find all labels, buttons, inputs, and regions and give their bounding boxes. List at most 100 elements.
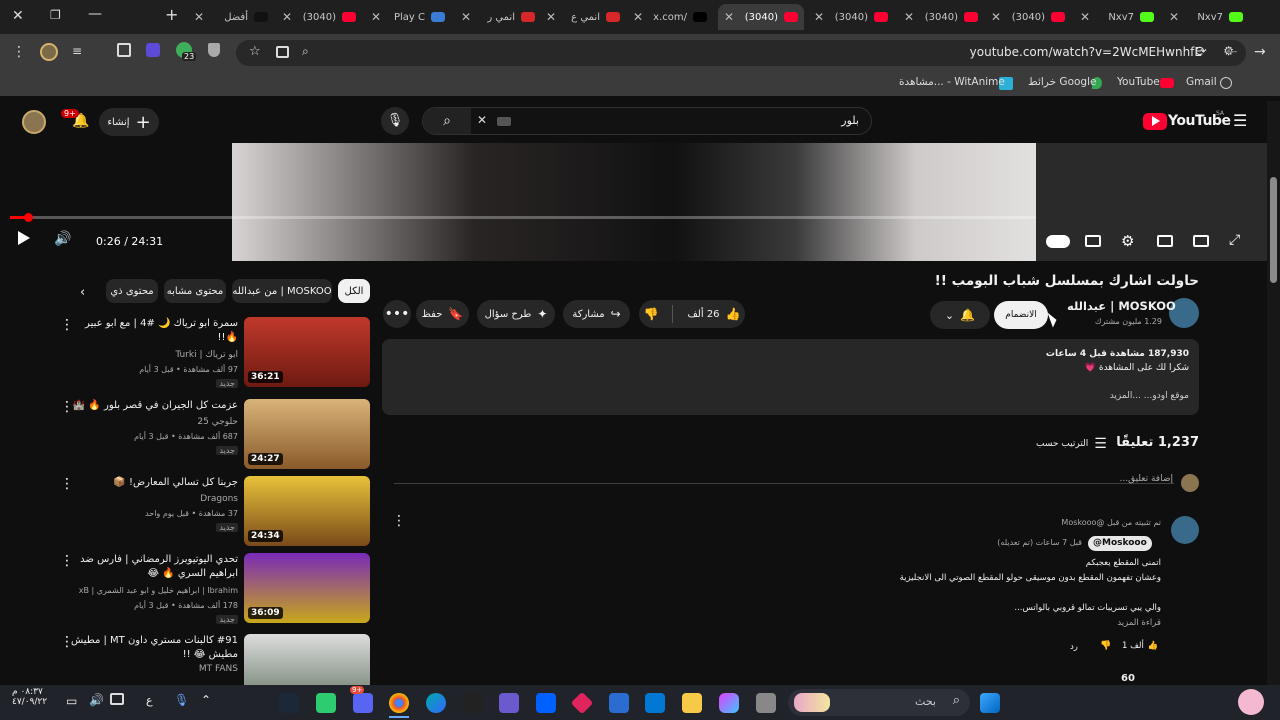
more-actions-icon[interactable]: ••• [383,300,411,328]
browser-tab[interactable]: ✕ انمي ع [540,4,626,30]
like-icon[interactable]: 👍 [726,307,741,321]
settings-gear-icon[interactable]: ⚙ [1121,232,1134,250]
microphone-icon[interactable]: 🎙 [174,693,189,707]
dislike-icon[interactable]: 👎 [644,307,659,321]
comment-author-avatar[interactable] [1171,516,1199,544]
browser-tab[interactable]: ✕ x.com/ [627,4,713,30]
extensions-icon[interactable] [117,43,131,57]
edge-icon[interactable] [426,693,446,713]
zoom-icon[interactable]: ⌕ [302,44,309,59]
task-view-icon[interactable] [756,693,776,713]
video-thumbnail[interactable]: 24:27 [244,399,370,469]
related-channel[interactable]: Ibrahim | ابراهيم خليل و ابو عبد الشمري … [66,586,238,595]
create-button[interactable]: إنشاء + [99,108,159,136]
forward-icon[interactable]: ← [1226,44,1238,60]
browser-tab[interactable]: ✕ (3040) [898,4,984,30]
video-thumbnail[interactable] [244,634,370,685]
outlook-icon[interactable] [609,693,629,713]
browser-tab[interactable]: ✕ انمي ر [455,4,541,30]
search-box[interactable]: ⌕ ✕ بلور [422,107,872,135]
store-icon[interactable] [645,693,665,713]
app-red-icon[interactable] [570,691,594,715]
add-comment-input[interactable]: إضافة تعليق... [1119,474,1173,484]
bookmark-gmail[interactable]: Gmail [1186,76,1217,88]
progress-track[interactable] [10,216,1036,219]
browser-tab[interactable]: ✕ (3040) [985,4,1071,30]
steam-icon[interactable] [279,693,299,713]
fullscreen-icon[interactable]: ⤢ [1229,232,1240,248]
video-thumbnail[interactable]: 36:09 [244,553,370,623]
video-thumbnail[interactable]: 24:34 [244,476,370,546]
profile-avatar[interactable] [40,43,58,61]
close-tab-icon[interactable]: ✕ [904,10,914,24]
reload-icon[interactable]: ⟳ [1195,44,1207,60]
chip-from-channel[interactable]: من عبدالله | MOSKOO [232,279,332,303]
extension-icon[interactable] [146,43,160,57]
browser-tab[interactable]: ✕ أفضل [188,4,274,30]
input-language[interactable]: ع [146,694,153,707]
app-purple-icon[interactable] [499,693,519,713]
tray-chevron-icon[interactable]: ⌃ [201,693,211,707]
page-scrollbar[interactable] [1267,101,1280,685]
copilot-icon[interactable] [719,693,739,713]
search-input[interactable]: بلور [841,114,859,127]
close-tab-icon[interactable]: ✕ [194,10,204,24]
bookmark-youtube[interactable]: YouTube [1117,76,1160,88]
chip-similar[interactable]: محتوى مشابه [164,279,226,303]
app-green-icon[interactable] [316,693,336,713]
epic-games-icon[interactable] [463,693,483,713]
voice-search-icon[interactable]: 🎙 [381,107,409,135]
read-more-link[interactable]: قراءة المزيد [1117,618,1161,628]
comment-like-button[interactable]: 1 ألف 👍 [1122,641,1158,651]
file-explorer-icon[interactable] [682,693,702,713]
omnibox[interactable]: ☆ ⌕ youtube.com/watch?v=2WcMEHwnhfE ⚙ [236,40,1246,66]
join-button[interactable]: الانضمام [994,301,1048,329]
shield-icon[interactable] [208,43,220,57]
autoplay-toggle[interactable] [1046,235,1070,248]
clear-search-icon[interactable]: ✕ [477,113,487,127]
taskbar-search[interactable]: بحث ⌕ [788,689,970,716]
play-icon[interactable] [18,231,30,245]
sort-button[interactable]: الترتيب حسب ☰ [1036,436,1107,452]
speaker-icon[interactable]: 🔊 [89,693,104,707]
close-window-icon[interactable]: ✕ [12,8,24,24]
description-more[interactable]: موقع اودو... ...المزيد [392,389,1189,403]
browser-tab[interactable]: ✕ (3040) [808,4,894,30]
dropbox-icon[interactable] [536,693,556,713]
install-app-icon[interactable] [276,46,289,58]
battery-icon[interactable]: ▭ [66,694,77,708]
close-tab-icon[interactable]: ✕ [724,10,734,24]
cast-icon[interactable] [1193,235,1209,247]
related-video[interactable]: ⋮ #91 كالبنات مستري داون MT | مطيش مطيش … [60,634,372,685]
like-count[interactable]: 26 ألف [687,309,719,320]
bookmark-maps[interactable]: خرائط Google [1028,76,1096,88]
progress-scrubber[interactable] [24,213,34,222]
comment-menu-icon[interactable]: ⋮ [392,513,406,529]
related-video[interactable]: ⋮ 36:21 سمرة ابو ترياك 🌙 #4 | مع ابو عبي… [60,317,372,389]
star-icon[interactable]: ☆ [249,44,261,59]
channel-name[interactable]: عبدالله | MOSKOO [1067,299,1176,313]
widgets-icon[interactable] [1238,689,1264,715]
related-channel[interactable]: ابو ترياك | Turki [66,350,238,360]
related-title[interactable]: جربنا كل تسالي المعارض! 📦 [66,476,238,490]
close-tab-icon[interactable]: ✕ [633,10,643,24]
video-player[interactable]: 🔊 0:26 / 24:31 ⚙ ⤢ [0,143,1267,261]
close-tab-icon[interactable]: ✕ [371,10,381,24]
volume-icon[interactable]: 🔊 [54,231,71,247]
clock[interactable]: ٠٨:٣٧ م ٤٧/٠٩/٢٢ [12,687,47,707]
related-title[interactable]: #91 كالبنات مستري داون MT | مطيش مطيش 😂 … [66,634,238,662]
description-box[interactable]: 187,930 مشاهدة قبل 4 ساعات شكرا لك على ا… [382,339,1199,415]
subscribe-bell-button[interactable]: ⌄ 🔔 [930,301,990,329]
related-video[interactable]: ⋮ 24:34 جربنا كل تسالي المعارض! 📦 Dragon… [60,476,372,548]
related-title[interactable]: عزمت كل الجيران في قصر بلور 🔥 🏰 [66,399,238,413]
new-tab-icon[interactable]: + [165,5,178,24]
search-button-icon[interactable]: ⌕ [423,108,471,134]
bookmark-witanime[interactable]: مشاهدة... - WitAnime [899,76,1005,88]
keyboard-icon[interactable] [497,117,511,126]
reading-list-icon[interactable]: ≡ [72,44,82,58]
minimize-window-icon[interactable]: — [88,6,102,22]
browser-tab[interactable]: ✕ Play C [365,4,451,30]
browser-tab[interactable]: ✕ (3040) [276,4,362,30]
guide-menu-icon[interactable]: ☰ [1233,111,1247,130]
save-button[interactable]: حفظ 🔖 [416,300,469,328]
